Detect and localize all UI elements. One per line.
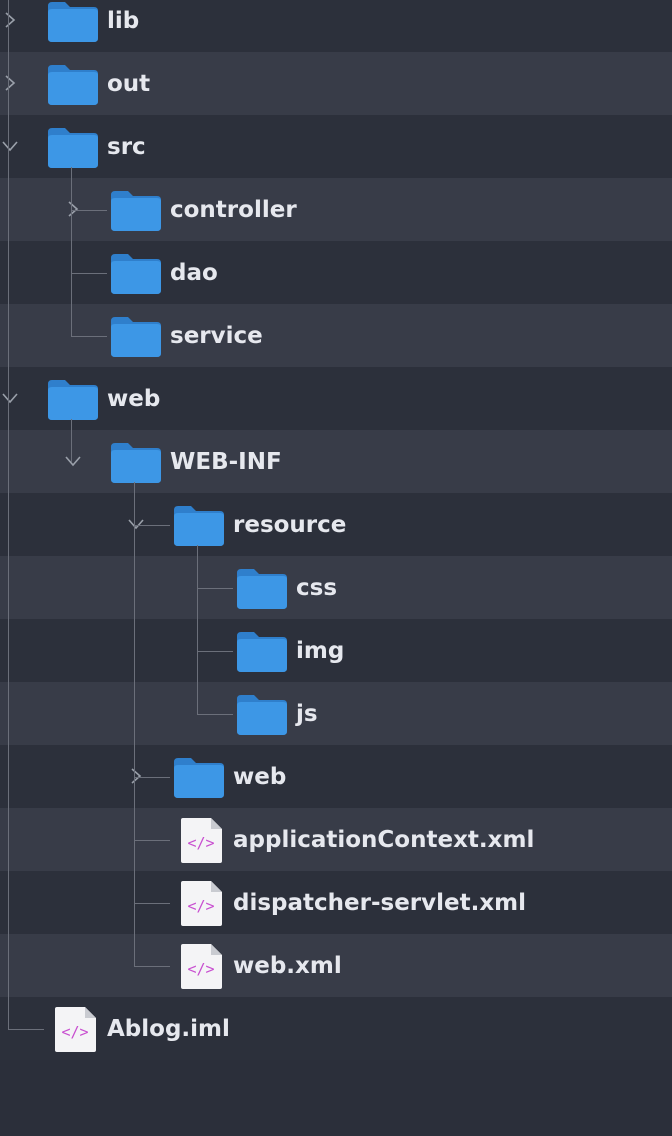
tree-guide-line: [71, 419, 72, 462]
tree-row-web-inf[interactable]: WEB-INF: [0, 430, 672, 493]
tree-guide-line: [71, 167, 72, 336]
tree-item-label: out: [107, 71, 151, 97]
folder-icon: [235, 628, 289, 674]
tree-item-label: web: [233, 764, 287, 790]
chevron-right-icon[interactable]: [0, 10, 20, 30]
tree-item-label: web.xml: [233, 953, 342, 979]
tree-guide-line: [71, 336, 107, 337]
folder-icon: [109, 313, 163, 359]
folder-icon: [235, 691, 289, 737]
svg-text:</>: </>: [187, 960, 214, 978]
xml-file-icon: </>: [176, 817, 230, 863]
tree-row-ablog-iml[interactable]: </> Ablog.iml: [0, 997, 672, 1060]
tree-item-label: img: [296, 638, 345, 664]
tree-row-web[interactable]: web: [0, 367, 672, 430]
folder-icon: [109, 187, 163, 233]
tree-item-label: Ablog.iml: [107, 1016, 230, 1042]
folder-icon: [172, 502, 226, 548]
tree-item-label: service: [170, 323, 263, 349]
tree-item-label: WEB-INF: [170, 449, 282, 475]
chevron-right-icon[interactable]: [0, 73, 20, 93]
tree-row-out[interactable]: out: [0, 52, 672, 115]
tree-row-src[interactable]: src: [0, 115, 672, 178]
tree-row-applicationcontext-xml[interactable]: </> applicationContext.xml: [0, 808, 672, 871]
chevron-down-icon[interactable]: [0, 136, 20, 156]
folder-icon: [172, 754, 226, 800]
xml-file-icon: </>: [50, 1006, 104, 1052]
folder-icon: [46, 0, 100, 44]
tree-item-label: css: [296, 575, 338, 601]
tree-item-label: dispatcher-servlet.xml: [233, 890, 527, 916]
tree-item-label: web: [107, 386, 161, 412]
svg-text:</>: </>: [187, 897, 214, 915]
chevron-down-icon[interactable]: [0, 388, 20, 408]
tree-guide-line: [134, 840, 170, 841]
chevron-right-icon[interactable]: [126, 766, 146, 786]
tree-row-web-xml[interactable]: </> web.xml: [0, 934, 672, 997]
tree-guide-line: [134, 966, 170, 967]
tree-guide-line: [134, 903, 170, 904]
tree-row-js[interactable]: js: [0, 682, 672, 745]
tree-item-label: controller: [170, 197, 297, 223]
folder-icon: [46, 61, 100, 107]
tree-guide-line: [134, 482, 135, 966]
tree-row-dispatcher-servlet-xml[interactable]: </> dispatcher-servlet.xml: [0, 871, 672, 934]
chevron-right-icon[interactable]: [63, 199, 83, 219]
tree-guide-line: [8, 1029, 44, 1030]
tree-guide-line: [197, 545, 198, 714]
tree-guide-line: [197, 588, 233, 589]
tree-row-web-2[interactable]: web: [0, 745, 672, 808]
folder-icon: [46, 376, 100, 422]
file-tree: lib out src controller dao service web WEB-INF r…: [0, 0, 672, 1136]
tree-item-label: lib: [107, 8, 140, 34]
tree-item-label: applicationContext.xml: [233, 827, 535, 853]
xml-file-icon: </>: [176, 943, 230, 989]
tree-guide-line: [197, 651, 233, 652]
folder-icon: [235, 565, 289, 611]
svg-text:</>: </>: [187, 834, 214, 852]
tree-guide-line: [71, 210, 107, 211]
chevron-down-icon[interactable]: [63, 451, 83, 471]
folder-icon: [46, 124, 100, 170]
tree-item-label: resource: [233, 512, 347, 538]
tree-guide-line: [134, 525, 170, 526]
xml-file-icon: </>: [176, 880, 230, 926]
tree-row-img[interactable]: img: [0, 619, 672, 682]
tree-row-lib[interactable]: lib: [0, 0, 672, 52]
chevron-down-icon[interactable]: [126, 514, 146, 534]
tree-row-resource[interactable]: resource: [0, 493, 672, 556]
tree-item-label: src: [107, 134, 146, 160]
tree-row-css[interactable]: css: [0, 556, 672, 619]
tree-item-label: dao: [170, 260, 218, 286]
svg-text:</>: </>: [61, 1023, 88, 1041]
tree-guide-line: [71, 273, 107, 274]
folder-icon: [109, 439, 163, 485]
tree-guide-line: [134, 777, 170, 778]
tree-item-label: js: [296, 701, 318, 727]
tree-guide-line: [8, 0, 9, 1029]
tree-guide-line: [197, 714, 233, 715]
folder-icon: [109, 250, 163, 296]
